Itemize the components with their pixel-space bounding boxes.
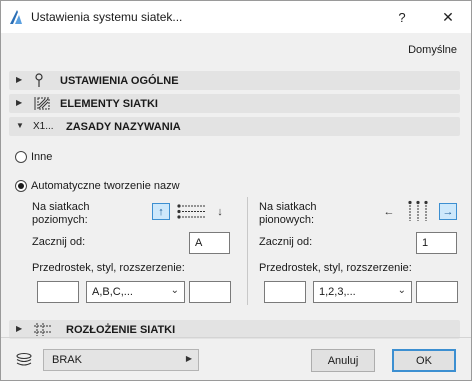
play-arrow-icon: ▶ bbox=[185, 354, 192, 363]
arrow-left-icon: ← bbox=[383, 205, 395, 218]
horizontal-style-select[interactable]: A,B,C,... ⌄ bbox=[86, 281, 185, 303]
collapse-arrow-icon: ▼ bbox=[16, 121, 24, 130]
radio-other-label: Inne bbox=[31, 151, 53, 163]
horizontal-grids-label-line2: poziomych: bbox=[32, 214, 88, 226]
direction-up-button[interactable]: ↑ bbox=[152, 203, 170, 220]
vertical-style-value: 1,2,3,... bbox=[319, 286, 356, 298]
arrow-up-icon: ↑ bbox=[158, 205, 164, 218]
grid-system-settings-dialog: Ustawienia systemu siatek... ? ✕ Domyśln… bbox=[0, 0, 472, 381]
horizontal-suffix-field[interactable] bbox=[189, 281, 231, 303]
horizontal-prefix-field[interactable] bbox=[37, 281, 79, 303]
horizontal-grid-lines-icon bbox=[177, 204, 205, 219]
vertical-grids-label-line1: Na siatkach bbox=[259, 201, 317, 213]
layer-select[interactable]: BRAK ▶ bbox=[43, 349, 199, 371]
direction-right-button[interactable]: → bbox=[439, 203, 457, 220]
defaults-link[interactable]: Domyślne bbox=[408, 44, 457, 56]
vertical-style-select[interactable]: 1,2,3,... ⌄ bbox=[313, 281, 412, 303]
layer-value: BRAK bbox=[52, 354, 82, 366]
direction-down-button[interactable]: ↓ bbox=[211, 203, 229, 220]
expand-arrow-icon: ▶ bbox=[16, 324, 23, 333]
footer-divider bbox=[1, 337, 471, 338]
radio-auto-naming[interactable] bbox=[15, 180, 27, 192]
horizontal-start-field[interactable]: A bbox=[189, 232, 230, 254]
naming-x1-icon: X1... bbox=[33, 121, 54, 132]
column-divider bbox=[247, 197, 248, 305]
section-label: ZASADY NAZYWANIA bbox=[66, 121, 181, 133]
close-button[interactable]: ✕ bbox=[425, 1, 471, 33]
vertical-start-field[interactable]: 1 bbox=[416, 232, 457, 254]
layers-icon bbox=[16, 352, 32, 366]
dialog-content: Domyślne ▶ USTAWIENIA OGÓLNE ▶ ELEMENTY … bbox=[1, 33, 471, 380]
section-general-settings[interactable]: ▶ USTAWIENIA OGÓLNE bbox=[9, 71, 460, 90]
close-icon: ✕ bbox=[442, 8, 454, 25]
section-label: USTAWIENIA OGÓLNE bbox=[60, 75, 179, 87]
chevron-down-icon: ⌄ bbox=[397, 285, 406, 296]
vertical-grid-lines-icon bbox=[408, 200, 428, 221]
vertical-suffix-field[interactable] bbox=[416, 281, 458, 303]
grid-element-icon bbox=[33, 96, 55, 111]
arrow-right-icon: → bbox=[442, 205, 454, 218]
direction-left-button[interactable]: ← bbox=[380, 203, 398, 220]
cancel-button[interactable]: Anuluj bbox=[311, 349, 375, 372]
expand-arrow-icon: ▶ bbox=[16, 75, 23, 84]
section-label: ELEMENTY SIATKI bbox=[60, 98, 158, 110]
radio-other[interactable] bbox=[15, 151, 27, 163]
section-label: ROZŁOŻENIE SIATKI bbox=[66, 324, 176, 336]
section-naming-rules[interactable]: ▼ X1... ZASADY NAZYWANIA bbox=[9, 117, 460, 136]
section-grid-elements[interactable]: ▶ ELEMENTY SIATKI bbox=[9, 94, 460, 113]
expand-arrow-icon: ▶ bbox=[16, 98, 23, 107]
grid-layout-icon bbox=[33, 322, 55, 337]
vertical-prefix-label: Przedrostek, styl, rozszerzenie: bbox=[259, 262, 412, 274]
pin-icon bbox=[33, 73, 55, 88]
horizontal-prefix-label: Przedrostek, styl, rozszerzenie: bbox=[32, 262, 185, 274]
horizontal-grids-label-line1: Na siatkach bbox=[32, 201, 90, 213]
radio-auto-naming-label: Automatyczne tworzenie nazw bbox=[31, 180, 180, 192]
horizontal-start-label: Zacznij od: bbox=[32, 236, 86, 248]
vertical-prefix-field[interactable] bbox=[264, 281, 306, 303]
ok-button[interactable]: OK bbox=[392, 349, 456, 372]
title-bar: Ustawienia systemu siatek... ? ✕ bbox=[1, 1, 471, 33]
arrow-down-icon: ↓ bbox=[217, 205, 223, 218]
vertical-grids-label-line2: pionowych: bbox=[259, 214, 315, 226]
help-button[interactable]: ? bbox=[379, 1, 425, 33]
horizontal-style-value: A,B,C,... bbox=[92, 286, 133, 298]
window-title: Ustawienia systemu siatek... bbox=[31, 10, 183, 24]
vertical-start-label: Zacznij od: bbox=[259, 236, 313, 248]
chevron-down-icon: ⌄ bbox=[170, 285, 179, 296]
archicad-logo-icon bbox=[10, 10, 22, 24]
